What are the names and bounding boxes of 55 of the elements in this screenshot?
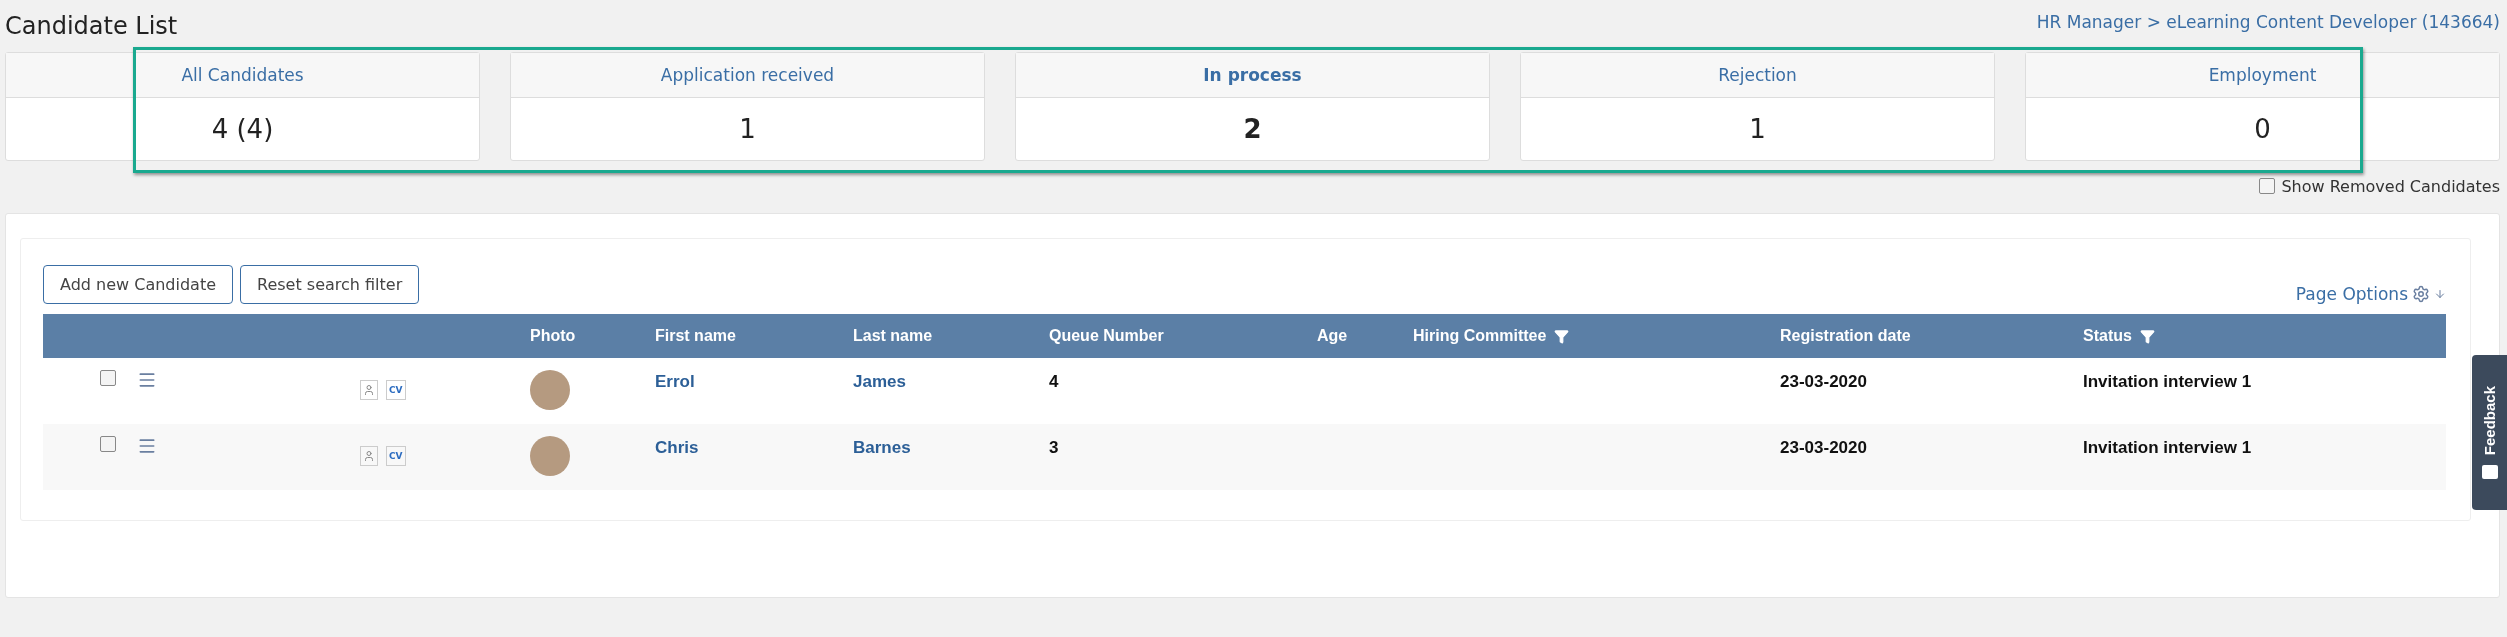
column-header[interactable]: Queue Number [1049, 327, 1317, 345]
profile-icon[interactable] [360, 446, 378, 466]
stage-count: 0 [2253, 113, 2272, 146]
stage-label: In process [1016, 53, 1489, 98]
avatar-photo [530, 370, 570, 410]
table-cell-text: 4 [1049, 371, 1060, 392]
stage-count: 1 [738, 113, 757, 146]
stage-card[interactable]: All Candidates 4 (4) [5, 52, 480, 161]
stage-label: Application received [511, 53, 984, 98]
breadcrumb: HR Manager > eLearning Content Developer (143664) [2036, 12, 2500, 32]
table-cell-text: 3 [1049, 437, 1060, 458]
last-name-link[interactable]: James [853, 370, 1049, 392]
checkbox[interactable] [2259, 178, 2276, 194]
menu-icon[interactable] [137, 436, 157, 456]
stage-label: All Candidates [6, 53, 479, 98]
profile-icon[interactable] [360, 380, 378, 400]
column-header[interactable]: Registration date [1780, 327, 2083, 345]
cv-link[interactable]: CV [386, 380, 406, 400]
column-header[interactable]: Hiring Committee [1413, 327, 1780, 345]
column-header[interactable]: Age [1317, 327, 1413, 345]
row-checkbox[interactable] [100, 436, 116, 452]
action-button[interactable]: Reset search filter [240, 265, 420, 304]
stage-count: 2 [1242, 113, 1263, 146]
down-arrow-icon[interactable] [2434, 288, 2446, 300]
column-header[interactable]: Status [2083, 327, 2446, 345]
filter-icon[interactable] [2139, 328, 2155, 344]
stage-label: Employment [2026, 53, 2499, 98]
cv-link[interactable]: CV [386, 446, 406, 466]
table-cell-text: 23-03-2020 [1780, 437, 1868, 458]
column-header[interactable]: Last name [853, 327, 1049, 345]
stage-count: 1 [1748, 113, 1767, 146]
page-options-link[interactable]: Page Options [2295, 284, 2446, 304]
table-cell-text: 23-03-2020 [1780, 371, 1868, 392]
last-name-link[interactable]: Barnes [853, 436, 1049, 458]
gear-icon[interactable] [2412, 285, 2430, 303]
table-cell-text: Invitation interview 1 [2083, 371, 2253, 392]
stage-card[interactable]: In process 2 [1015, 52, 1490, 161]
first-name-link[interactable]: Chris [655, 436, 853, 458]
row-checkbox[interactable] [100, 370, 116, 386]
menu-icon[interactable] [137, 370, 157, 390]
column-header[interactable]: Photo [530, 327, 655, 345]
stage-count: 4 (4) [210, 113, 275, 146]
avatar-photo [530, 436, 570, 476]
stage-card[interactable]: Application received 1 [510, 52, 985, 161]
page-title: Candidate List [5, 12, 178, 40]
stage-card[interactable]: Employment 0 [2025, 52, 2500, 161]
first-name-link[interactable]: Errol [655, 370, 853, 392]
stage-label: Rejection [1521, 53, 1994, 98]
column-header[interactable]: First name [655, 327, 853, 345]
checkbox-label: Show Removed Candidates [2281, 176, 2500, 196]
feedback-tab[interactable]: Feedback [2472, 355, 2507, 510]
stage-card[interactable]: Rejection 1 [1520, 52, 1995, 161]
filter-icon[interactable] [1554, 328, 1570, 344]
table-cell-text: Invitation interview 1 [2083, 437, 2253, 458]
action-button[interactable]: Add new Candidate [43, 265, 233, 304]
